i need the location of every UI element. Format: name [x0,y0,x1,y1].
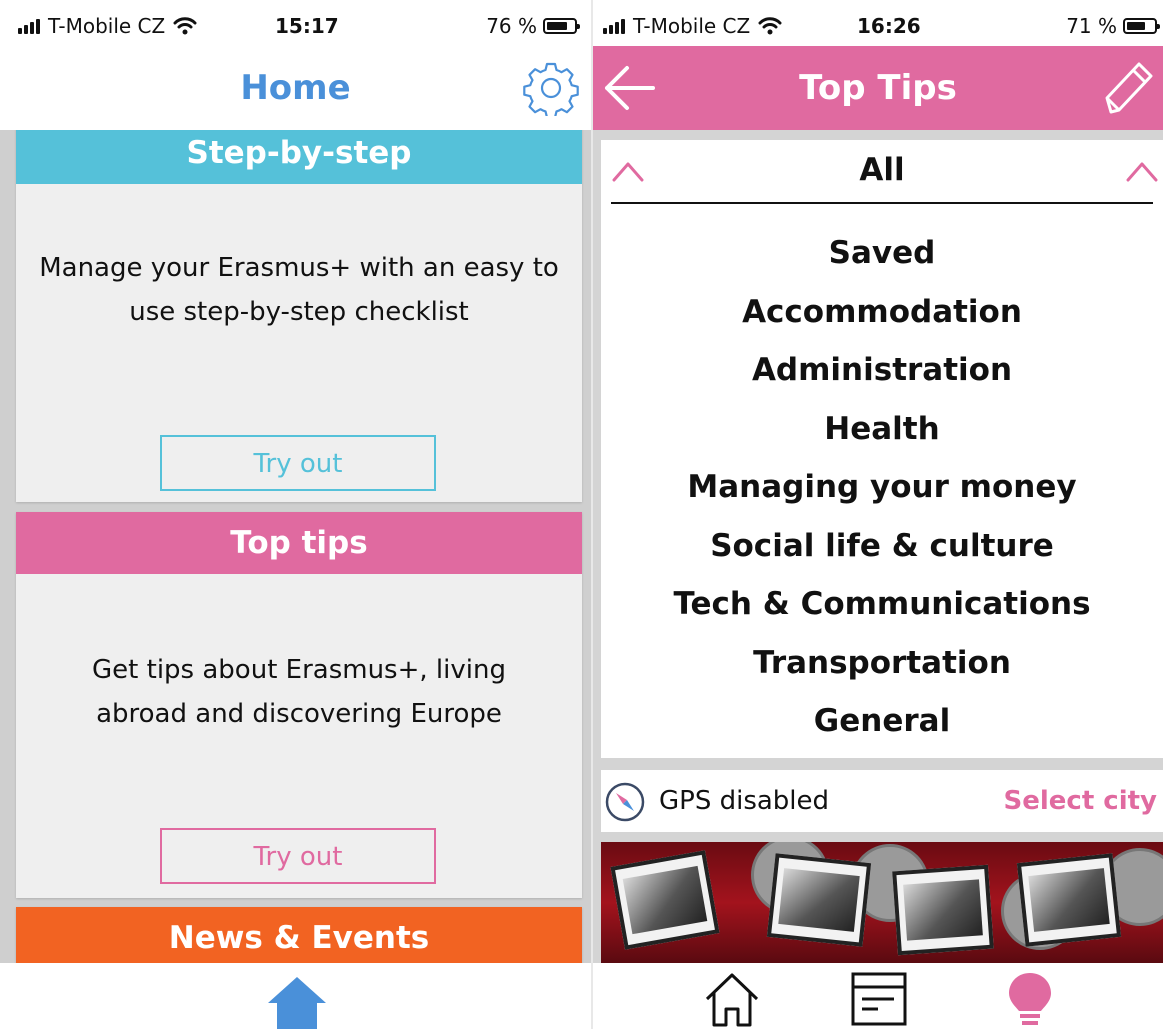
selected-category[interactable]: All [601,152,1163,188]
category-option[interactable]: Saved [601,224,1163,283]
top-tips-screen: T-Mobile CZ 16:26 71 % Top Tips All Save… [593,0,1163,1029]
try-out-step-by-step-button[interactable]: Try out [160,435,436,491]
tab-bar [593,963,1163,1029]
status-bar: T-Mobile CZ 15:17 76 % [0,0,591,46]
page-title: Top Tips [799,68,957,108]
home-feed[interactable]: Step-by-step Manage your Erasmus+ with a… [0,130,591,963]
card-title: Step-by-step [16,130,582,184]
film-still [610,850,720,950]
chevron-up-icon[interactable] [1125,156,1159,184]
card-title: Top tips [16,512,582,574]
card-step-by-step: Step-by-step Manage your Erasmus+ with a… [16,130,582,502]
page-title: Home [240,68,351,108]
category-option[interactable]: Managing your money [601,458,1163,517]
gear-icon[interactable] [523,60,579,116]
category-picker[interactable]: All Saved Accommodation Administration H… [601,140,1163,758]
home-icon[interactable] [266,975,328,1029]
gps-status: GPS disabled [659,786,830,816]
clock: 15:17 [275,14,339,38]
tips-body: All Saved Accommodation Administration H… [593,130,1163,963]
clock: 16:26 [857,14,921,38]
home-screen: T-Mobile CZ 15:17 76 % Home Step-by-step… [0,0,591,1029]
carrier-info: T-Mobile CZ [18,14,197,38]
wifi-icon [173,17,197,35]
carrier-info: T-Mobile CZ [603,14,782,38]
film-still [766,853,872,947]
home-icon[interactable] [703,971,761,1029]
category-option[interactable]: Social life & culture [601,517,1163,576]
lightbulb-icon[interactable] [1005,971,1055,1029]
category-option[interactable]: Tech & Communications [601,575,1163,634]
card-title: News & Events [16,907,582,963]
status-bar: T-Mobile CZ 16:26 71 % [593,0,1163,46]
category-option[interactable]: Transportation [601,634,1163,693]
tab-bar [0,963,591,1029]
film-still [892,864,994,956]
signal-icon [18,18,40,34]
battery-icon [1123,18,1160,34]
battery-status: 71 % [1066,14,1160,38]
select-city-button[interactable]: Select city [1004,786,1158,816]
battery-percent: 76 % [486,14,537,38]
battery-icon [543,18,580,34]
card-top-tips: Top tips Get tips about Erasmus+, living… [16,512,582,898]
wifi-icon [758,17,782,35]
location-row: GPS disabled Select city [601,770,1163,832]
app-header: Top Tips [593,46,1163,130]
category-option[interactable]: Health [601,400,1163,459]
card-description: Manage your Erasmus+ with an easy to use… [39,253,559,327]
card-news-events: News & Events [16,907,582,963]
battery-status: 76 % [486,14,580,38]
category-options: Saved Accommodation Administration Healt… [601,224,1163,751]
card-description: Get tips about Erasmus+, living abroad a… [92,655,506,729]
app-header: Home [0,46,591,132]
carrier-name: T-Mobile CZ [633,14,751,38]
pencil-icon[interactable] [1101,58,1155,116]
compass-icon [605,782,645,822]
carrier-name: T-Mobile CZ [48,14,166,38]
picker-divider [611,202,1153,204]
news-icon[interactable] [848,971,910,1027]
film-still [1016,853,1122,947]
category-option[interactable]: General [601,692,1163,751]
signal-icon [603,18,625,34]
category-option[interactable]: Accommodation [601,283,1163,342]
battery-percent: 71 % [1066,14,1117,38]
try-out-top-tips-button[interactable]: Try out [160,828,436,884]
tip-banner-image[interactable] [601,842,1163,963]
category-option[interactable]: Administration [601,341,1163,400]
